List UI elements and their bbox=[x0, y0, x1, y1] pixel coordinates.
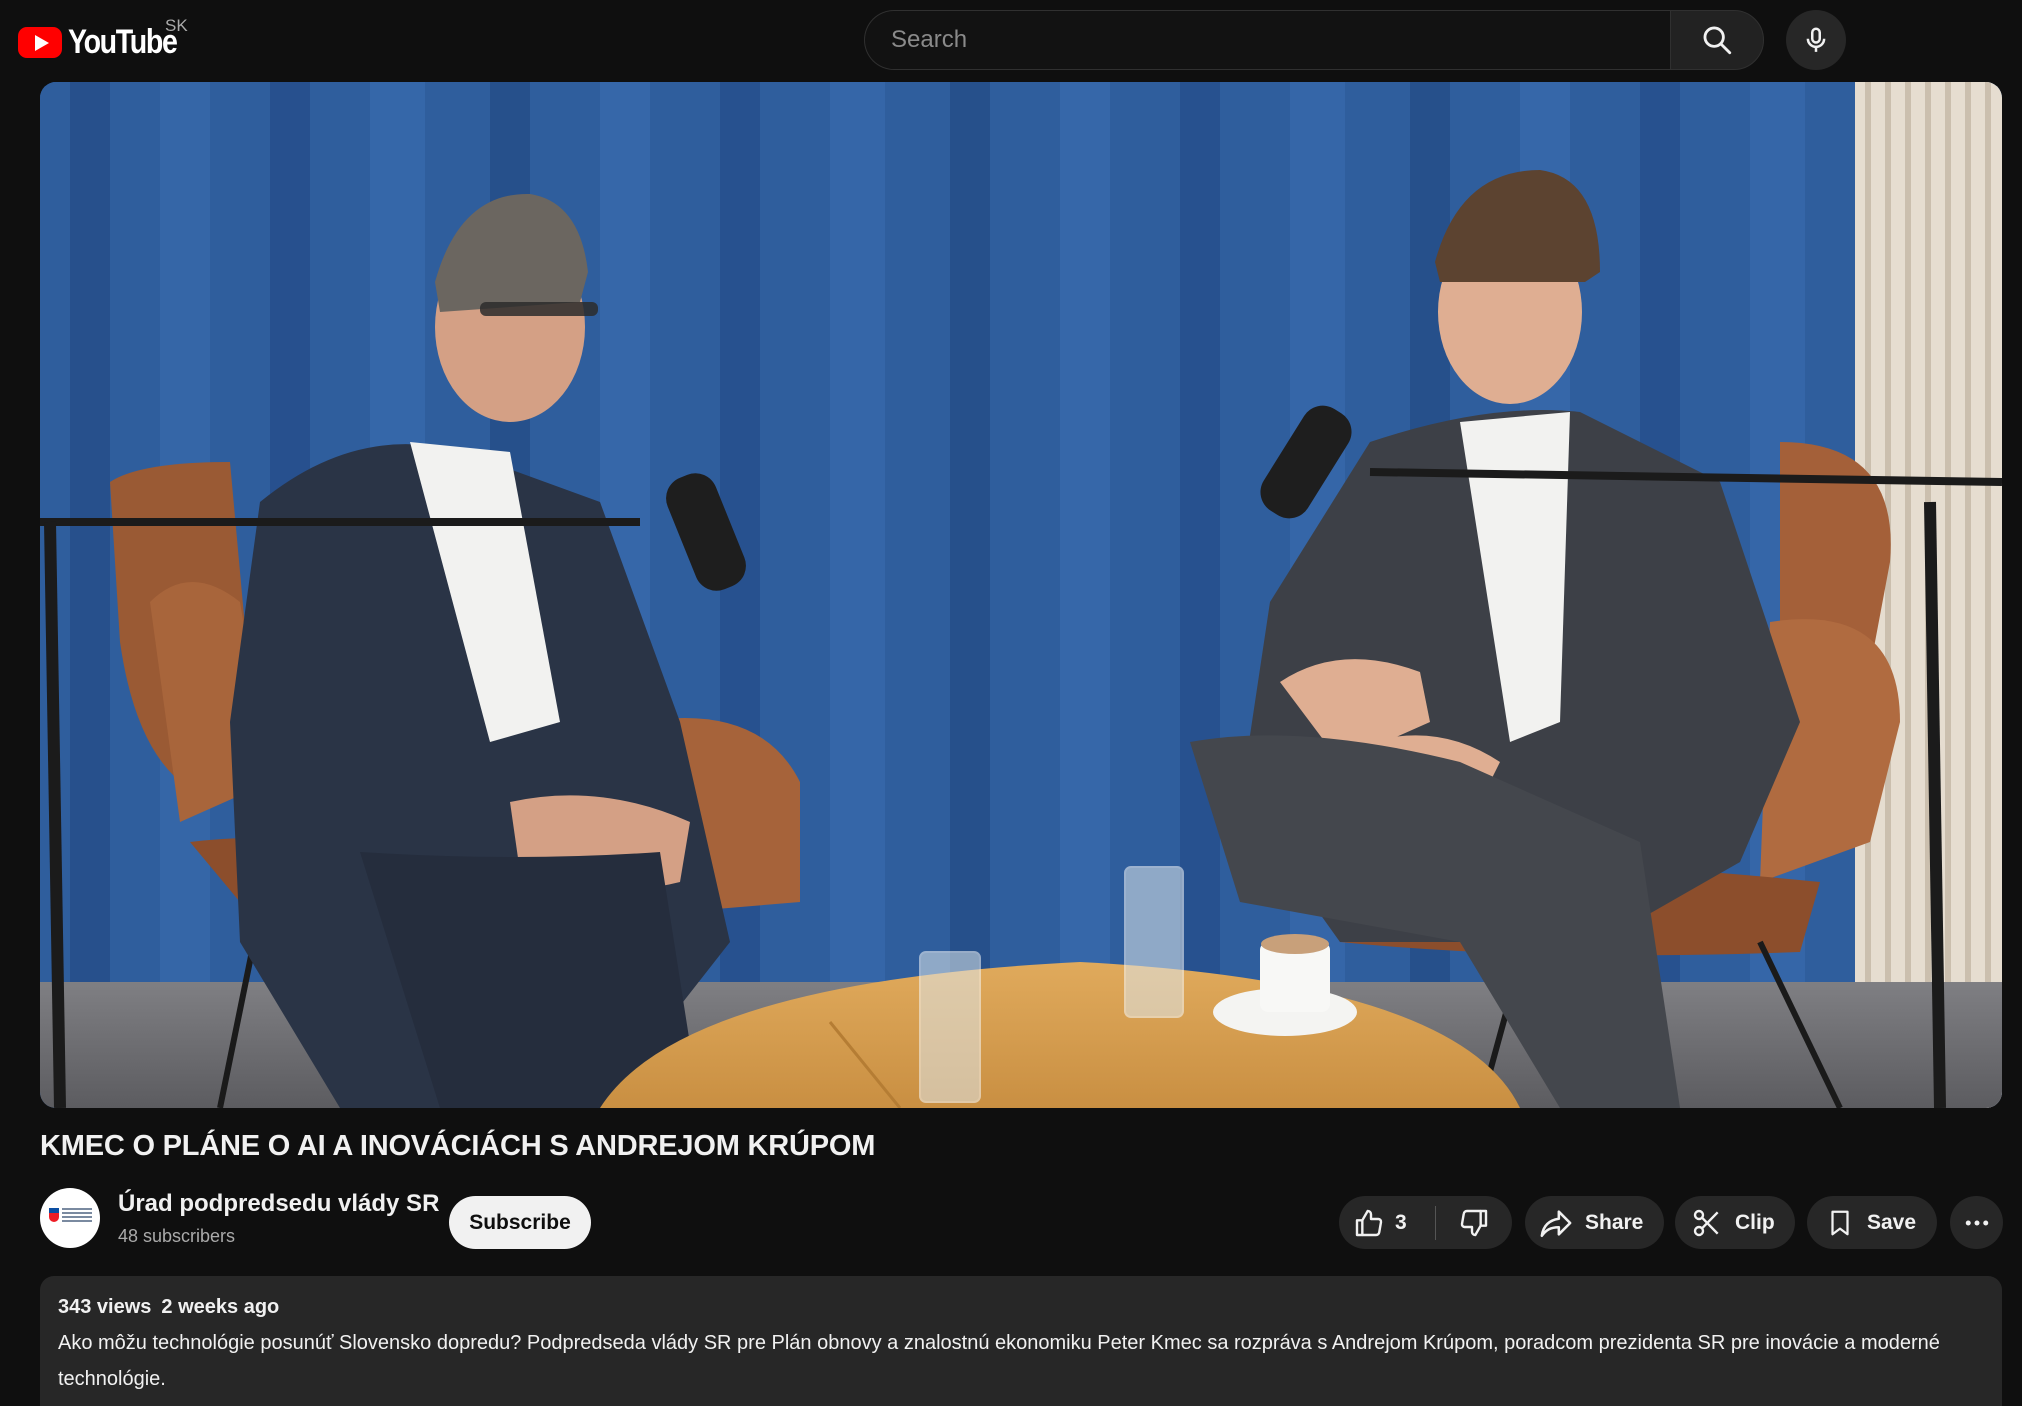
dislike-button[interactable] bbox=[1436, 1196, 1512, 1249]
search-icon bbox=[1703, 26, 1732, 55]
share-arrow-icon bbox=[1540, 1209, 1572, 1237]
channel-name[interactable]: Úrad podpredsedu vlády SR bbox=[118, 1190, 439, 1218]
subscriber-count: 48 subscribers bbox=[118, 1225, 236, 1246]
clip-label: Clip bbox=[1735, 1210, 1775, 1234]
country-code: SK bbox=[165, 16, 188, 35]
microphone-icon bbox=[1806, 27, 1826, 52]
description-box[interactable]: 343 views 2 weeks ago Ako môžu technológi… bbox=[40, 1276, 2002, 1406]
search-input[interactable] bbox=[891, 26, 1670, 54]
video-title: KMEC O PLÁNE O AI A INOVÁCIÁCH S ANDREJO… bbox=[40, 1130, 876, 1162]
voice-search-button[interactable] bbox=[1786, 10, 1846, 70]
view-count: 343 views bbox=[58, 1296, 152, 1318]
like-count: 3 bbox=[1395, 1210, 1407, 1234]
channel-owner: Úrad podpredsedu vlády SR 48 subscribers bbox=[40, 1186, 439, 1250]
thumbs-up-icon bbox=[1355, 1209, 1383, 1236]
upload-age: 2 weeks ago bbox=[161, 1296, 280, 1318]
logo-wordmark: YouTube bbox=[68, 22, 178, 61]
search-button[interactable] bbox=[1670, 10, 1764, 70]
search-box bbox=[864, 10, 1670, 70]
thumbs-down-icon bbox=[1460, 1209, 1488, 1236]
save-button[interactable]: Save bbox=[1807, 1196, 1937, 1249]
bookmark-icon bbox=[1831, 1210, 1849, 1235]
scissors-icon bbox=[1693, 1209, 1719, 1236]
share-label: Share bbox=[1585, 1210, 1644, 1234]
like-dislike-group: 3 bbox=[1339, 1196, 1512, 1249]
save-label: Save bbox=[1867, 1210, 1917, 1234]
masthead: YouTube SK bbox=[0, 0, 2022, 82]
description-text: Ako môžu technológie posunúť Slovensko d… bbox=[58, 1332, 1940, 1390]
channel-avatar[interactable] bbox=[40, 1188, 100, 1248]
clip-button[interactable]: Clip bbox=[1675, 1196, 1795, 1249]
description-meta: 343 views 2 weeks ago bbox=[58, 1296, 1984, 1319]
video-frame bbox=[40, 82, 2002, 1108]
video-player[interactable] bbox=[40, 82, 2002, 1108]
more-horizontal-icon bbox=[1965, 1220, 1988, 1225]
subscribe-button[interactable]: Subscribe bbox=[449, 1196, 591, 1249]
more-actions-button[interactable] bbox=[1950, 1196, 2003, 1249]
share-button[interactable]: Share bbox=[1525, 1196, 1664, 1249]
search-bar bbox=[864, 10, 1764, 70]
coat-of-arms-icon bbox=[49, 1208, 59, 1222]
like-button[interactable]: 3 bbox=[1339, 1196, 1435, 1249]
youtube-play-icon bbox=[18, 26, 62, 58]
